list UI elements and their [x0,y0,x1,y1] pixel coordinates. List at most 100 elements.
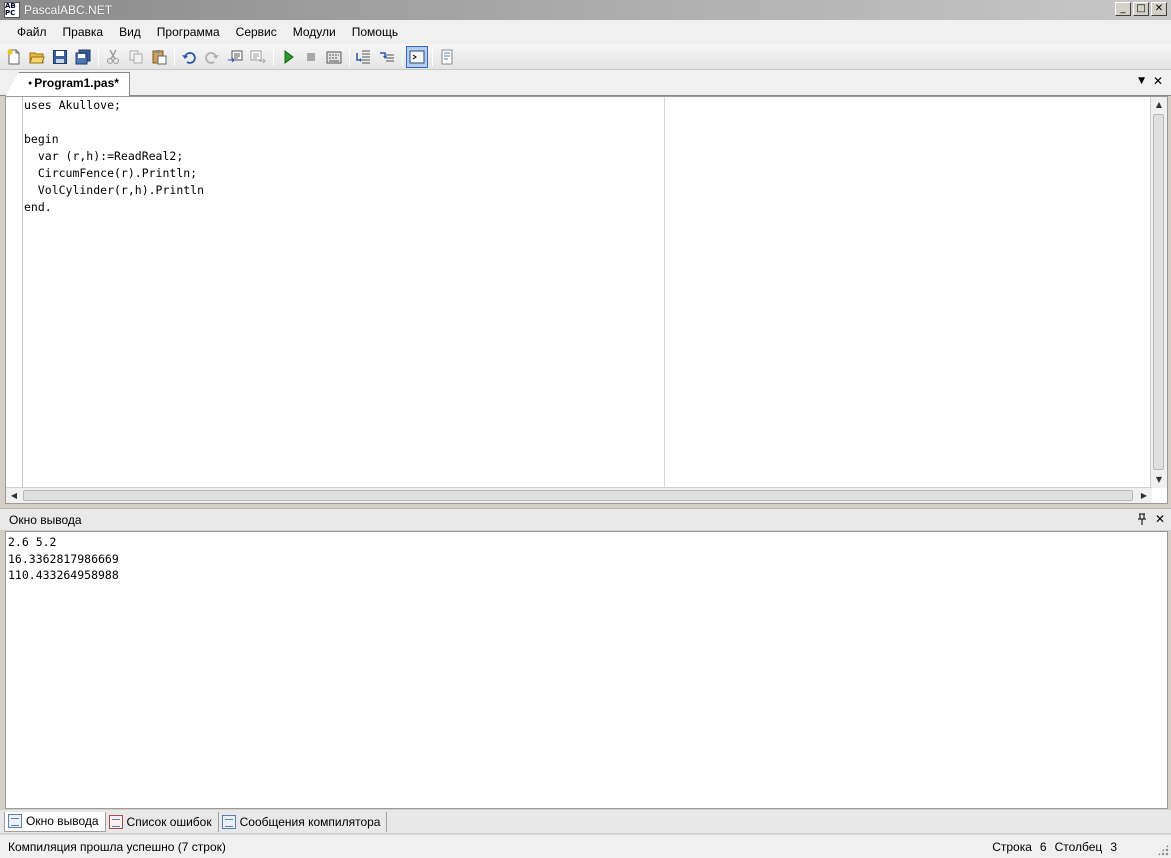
run-button[interactable] [277,46,299,68]
status-message: Компиляция прошла успешно (7 строк) [8,839,226,854]
stop-button[interactable] [300,46,322,68]
step-into-button[interactable] [353,46,375,68]
menu-edit[interactable]: Правка [55,25,112,39]
close-panel-icon[interactable]: ✕ [1155,512,1165,526]
step-over-icon [380,51,394,61]
tab-output-window[interactable]: Окно вывода [4,811,106,832]
console-icon [409,50,425,63]
comment-icon [228,50,243,62]
tab-label: Сообщения компилятора [239,814,381,829]
resize-grip-icon[interactable] [1157,844,1169,856]
scroll-up-icon[interactable]: ▲ [1151,97,1167,113]
tab-label: Окно вывода [26,814,99,828]
bottom-panel-tabs: Окно вывода Список ошибок Сообщения комп… [0,810,1171,833]
cut-button[interactable] [102,46,124,68]
menu-service[interactable]: Сервис [228,25,285,39]
new-file-button[interactable] [3,46,25,68]
row-value: 6 [1039,840,1047,854]
row-label: Строка [992,840,1032,854]
scroll-right-icon[interactable]: ▶ [1136,488,1152,504]
status-bar: Компиляция прошла успешно (7 строк) Стро… [0,834,1171,858]
redo-icon [205,51,219,64]
save-all-button[interactable] [72,46,94,68]
open-file-button[interactable] [26,46,48,68]
horizontal-scrollbar[interactable]: ◀ ▶ [6,487,1152,503]
output-window[interactable]: 2.6 5.2 16.3362817986669 110.43326495898… [5,531,1168,809]
column-value: 3 [1110,840,1117,854]
code-area[interactable]: uses Akullove; begin var (r,h):=ReadReal… [23,97,664,488]
output-panel-header: Окно вывода ✕ [0,508,1171,530]
save-all-icon [75,49,91,64]
cut-icon [107,49,119,64]
pin-icon[interactable] [1137,512,1147,526]
toolbar [0,44,1171,70]
code-editor[interactable]: uses Akullove; begin var (r,h):=ReadReal… [5,96,1168,504]
uncomment-button[interactable] [247,46,269,68]
title-bar: AB PC PascalABC.NET _ □ ✕ [0,0,1171,20]
code-line: VolCylinder(r,h).Println [24,183,205,197]
open-file-icon [29,52,45,63]
paste-icon [152,49,167,64]
tab-program1[interactable]: ● Program1.pas* [5,72,130,96]
tab-label: Список ошибок [126,814,212,829]
close-window-button[interactable]: ✕ [1151,2,1167,16]
output-window-icon [8,814,22,828]
save-icon [53,49,67,64]
redo-button[interactable] [201,46,223,68]
error-list-icon [108,814,123,829]
output-line: 110.433264958988 [8,568,119,582]
toolbar-separator [402,47,403,66]
document-tab-strip: ● Program1.pas* ▼ ✕ [0,70,1171,96]
save-button[interactable] [49,46,71,68]
comment-button[interactable] [224,46,246,68]
editor-gutter [6,97,23,488]
tab-error-list[interactable]: Список ошибок [106,811,219,832]
vertical-scroll-thumb[interactable] [1153,114,1164,470]
minimize-button[interactable]: _ [1115,2,1131,16]
code-line: begin [24,132,59,146]
menu-help[interactable]: Помощь [344,25,406,39]
copy-button[interactable] [125,46,147,68]
pascalabc-app-icon[interactable]: AB PC [4,2,20,18]
toolbar-separator [273,47,274,66]
modified-marker: ● [28,79,33,87]
undo-button[interactable] [178,46,200,68]
output-line: 16.3362817986669 [8,551,119,566]
toolbar-separator [174,47,175,66]
close-tab-icon[interactable]: ✕ [1153,74,1163,88]
run-icon [284,49,294,64]
code-line: CircumFence(r).Println; [24,166,198,180]
new-file-icon [7,49,20,64]
scroll-left-icon[interactable]: ◀ [6,488,22,504]
copy-icon [129,50,143,63]
code-line: end. [24,200,52,214]
tab-list-dropdown-icon[interactable]: ▼ [1138,76,1145,86]
menu-file[interactable]: Файл [9,25,55,39]
format-button[interactable] [436,46,458,68]
margin-ruler [664,97,665,488]
output-panel-title: Окно вывода [9,512,82,527]
menu-view[interactable]: Вид [111,25,149,39]
toolbar-separator [98,47,99,66]
menu-bar: Файл Правка Вид Программа Сервис Модули … [0,20,1171,44]
console-button[interactable] [406,45,428,68]
code-line: var (r,h):=ReadReal2; [24,149,184,163]
window-title: PascalABC.NET [24,3,113,17]
toolbar-separator [432,47,433,66]
maximize-button[interactable]: □ [1133,2,1149,16]
scroll-down-icon[interactable]: ▼ [1151,472,1167,488]
toolbar-separator [349,47,350,66]
compiler-messages-icon [221,814,236,829]
horizontal-scroll-thumb[interactable] [23,490,1133,501]
menu-program[interactable]: Программа [149,25,228,39]
step-over-button[interactable] [376,46,398,68]
column-label: Столбец [1054,840,1103,854]
vertical-scrollbar[interactable]: ▲ ▼ [1150,97,1167,488]
tab-compiler-messages[interactable]: Сообщения компилятора [219,811,388,832]
paste-button[interactable] [148,46,170,68]
uncomment-icon [250,50,266,63]
output-line: 2.6 5.2 [8,535,57,549]
compile-button[interactable] [323,46,345,68]
menu-modules[interactable]: Модули [285,25,344,39]
